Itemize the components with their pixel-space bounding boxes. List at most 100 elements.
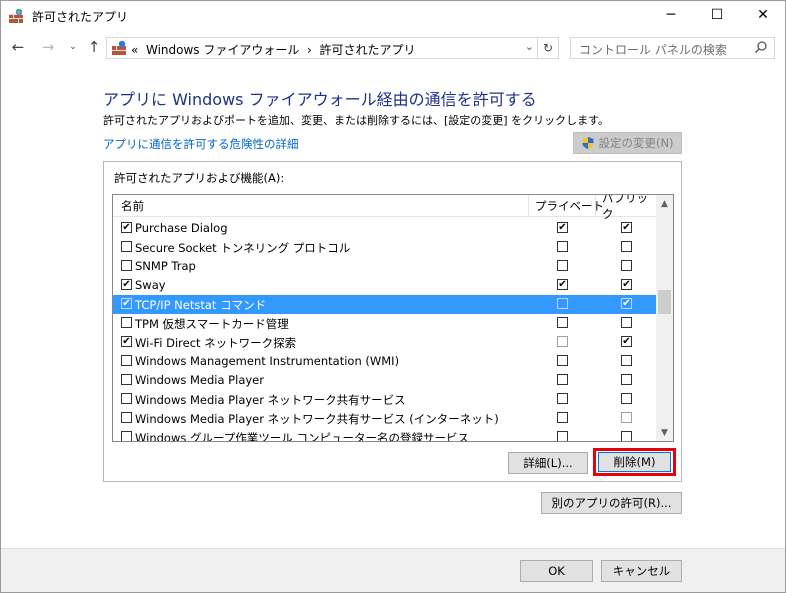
app-name: Purchase Dialog	[135, 221, 228, 235]
app-name: Windows グループ作業ツール コンピューター名の登録サービス	[135, 431, 469, 442]
app-row[interactable]: ✔ Purchase Dialog ✔ ✔	[113, 219, 657, 238]
close-icon: ✕	[757, 7, 769, 23]
app-enabled-checkbox[interactable]	[121, 317, 132, 328]
minimize-icon: ─	[666, 7, 676, 23]
app-row[interactable]: ✔ Sway ✔ ✔	[113, 276, 657, 295]
firewall-app-icon	[9, 8, 23, 23]
column-divider[interactable]	[528, 195, 529, 217]
app-row[interactable]: Windows グループ作業ツール コンピューター名の登録サービス	[113, 428, 657, 442]
app-name: Windows Media Player ネットワーク共有サービス (インターネ…	[135, 412, 499, 426]
column-header-name[interactable]: 名前	[121, 195, 144, 217]
public-checkbox[interactable]	[621, 241, 632, 252]
app-row[interactable]: Secure Socket トンネリング プロトコル	[113, 238, 657, 257]
back-button[interactable]: ←	[8, 37, 28, 57]
app-row[interactable]: Windows Management Instrumentation (WMI)	[113, 352, 657, 371]
private-checkbox[interactable]: ✔	[557, 279, 568, 290]
app-name: Windows Media Player	[135, 373, 264, 387]
scroll-up-icon[interactable]: ▲	[656, 195, 673, 212]
scroll-down-icon[interactable]: ▼	[656, 424, 673, 441]
allowed-apps-list[interactable]: 名前 プライベート パブリック ✔ Purchase Dialog ✔ ✔ Secure…	[112, 194, 674, 442]
public-checkbox[interactable]	[621, 393, 632, 404]
scroll-thumb[interactable]	[658, 290, 671, 314]
app-enabled-checkbox[interactable]: ✔	[121, 298, 132, 309]
app-row[interactable]: Windows Media Player	[113, 371, 657, 390]
column-header-private[interactable]: プライベート	[535, 195, 604, 217]
breadcrumb: « Windows ファイアウォール › 許可されたアプリ	[131, 41, 415, 58]
cancel-button[interactable]: キャンセル	[601, 560, 682, 582]
minimize-button[interactable]: ─	[648, 0, 694, 30]
breadcrumb-firewall[interactable]: Windows ファイアウォール	[146, 43, 299, 57]
change-settings-button[interactable]: 設定の変更(N)	[573, 132, 682, 154]
app-row[interactable]: TPM 仮想スマートカード管理	[113, 314, 657, 333]
forward-arrow-icon: →	[41, 38, 55, 56]
public-checkbox[interactable]: ✔	[621, 336, 632, 347]
app-enabled-checkbox[interactable]	[121, 355, 132, 366]
public-checkbox[interactable]	[621, 355, 632, 366]
private-checkbox[interactable]	[557, 336, 568, 347]
close-window-button[interactable]: ✕	[740, 0, 786, 30]
app-enabled-checkbox[interactable]: ✔	[121, 279, 132, 290]
allow-another-app-button[interactable]: 別のアプリの許可(R)...	[541, 492, 682, 514]
chevron-down-icon: ⌄	[69, 42, 77, 52]
page-title: アプリに Windows ファイアウォール経由の通信を許可する	[103, 90, 537, 109]
app-enabled-checkbox[interactable]	[121, 260, 132, 271]
breadcrumb-overflow[interactable]: «	[131, 43, 138, 57]
private-checkbox[interactable]	[557, 317, 568, 328]
app-name: Windows Management Instrumentation (WMI)	[135, 354, 400, 368]
app-enabled-checkbox[interactable]	[121, 374, 132, 385]
risk-details-link[interactable]: アプリに通信を許可する危険性の詳細	[103, 136, 299, 152]
app-enabled-checkbox[interactable]: ✔	[121, 336, 132, 347]
up-button[interactable]: ↑	[84, 37, 104, 57]
public-checkbox[interactable]	[621, 374, 632, 385]
private-checkbox[interactable]: ✔	[557, 222, 568, 233]
column-divider[interactable]	[595, 195, 596, 217]
address-bar[interactable]: « Windows ファイアウォール › 許可されたアプリ ⌄ ↻	[106, 37, 559, 59]
ok-button[interactable]: OK	[520, 560, 593, 582]
app-row[interactable]: ✔ TCP/IP Netstat コマンド ✔	[113, 295, 657, 314]
private-checkbox[interactable]	[557, 431, 568, 441]
public-checkbox[interactable]	[621, 260, 632, 271]
search-control-panel[interactable]: コントロール パネルの検索	[570, 37, 775, 59]
search-icon[interactable]	[754, 40, 768, 54]
maximize-button[interactable]: ☐	[694, 0, 740, 30]
app-enabled-checkbox[interactable]	[121, 393, 132, 404]
app-row[interactable]: ✔ Wi-Fi Direct ネットワーク探索 ✔	[113, 333, 657, 352]
address-dropdown-icon[interactable]: ⌄	[525, 40, 534, 53]
app-enabled-checkbox[interactable]	[121, 412, 132, 423]
breadcrumb-allowed-apps[interactable]: 許可されたアプリ	[319, 43, 415, 57]
search-placeholder: コントロール パネルの検索	[579, 43, 727, 57]
app-name: TPM 仮想スマートカード管理	[135, 317, 289, 331]
app-row[interactable]: SNMP Trap	[113, 257, 657, 276]
forward-button[interactable]: →	[38, 37, 58, 57]
up-arrow-icon: ↑	[87, 38, 101, 56]
window-title: 許可されたアプリ	[32, 10, 129, 24]
public-checkbox[interactable]: ✔	[621, 222, 632, 233]
app-enabled-checkbox[interactable]: ✔	[121, 222, 132, 233]
recent-locations-button[interactable]: ⌄	[63, 37, 83, 57]
private-checkbox[interactable]	[557, 241, 568, 252]
public-checkbox[interactable]	[621, 431, 632, 441]
details-button[interactable]: 詳細(L)...	[508, 452, 588, 474]
private-checkbox[interactable]	[557, 355, 568, 366]
private-checkbox[interactable]	[557, 374, 568, 385]
app-enabled-checkbox[interactable]	[121, 241, 132, 252]
public-checkbox[interactable]: ✔	[621, 279, 632, 290]
refresh-button[interactable]: ↻	[537, 38, 558, 58]
allowed-apps-label: 許可されたアプリおよび機能(A):	[114, 171, 285, 185]
column-header-public[interactable]: パブリック	[602, 195, 657, 221]
private-checkbox[interactable]	[557, 393, 568, 404]
app-name: Wi-Fi Direct ネットワーク探索	[135, 336, 297, 350]
firewall-location-icon	[112, 40, 126, 55]
private-checkbox[interactable]	[557, 298, 568, 309]
public-checkbox[interactable]	[621, 317, 632, 328]
app-enabled-checkbox[interactable]	[121, 431, 132, 441]
list-scrollbar[interactable]: ▲ ▼	[656, 195, 673, 441]
change-settings-label: 設定の変更(N)	[598, 136, 674, 150]
private-checkbox[interactable]	[557, 260, 568, 271]
public-checkbox[interactable]: ✔	[621, 298, 632, 309]
app-row[interactable]: Windows Media Player ネットワーク共有サービス	[113, 390, 657, 409]
remove-button[interactable]: 削除(M)	[598, 452, 671, 472]
private-checkbox[interactable]	[557, 412, 568, 423]
app-row[interactable]: Windows Media Player ネットワーク共有サービス (インターネ…	[113, 409, 657, 428]
public-checkbox[interactable]	[621, 412, 632, 423]
